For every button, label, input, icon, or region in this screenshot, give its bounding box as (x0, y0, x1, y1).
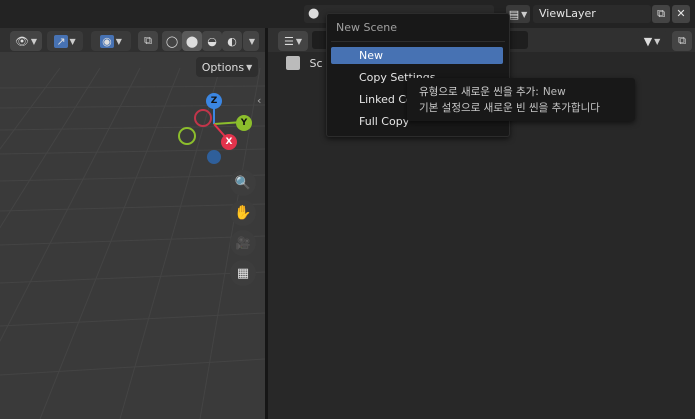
gizmo-icon: ↗ (54, 34, 68, 48)
axis-z-label[interactable]: Z (206, 93, 222, 109)
menu-item-tooltip: 유형으로 새로운 씬을 추가: New 기본 설정으로 새로운 빈 씬을 추가합니… (407, 78, 635, 121)
options-label: Options (201, 60, 245, 74)
axis-y-negative[interactable] (194, 109, 212, 127)
new-collection-button[interactable]: ⧉ (672, 31, 692, 51)
filter-dropdown[interactable]: ▼ ▼ (636, 31, 668, 51)
tooltip-description: 기본 설정으로 새로운 빈 씬을 추가합니다 (419, 102, 600, 114)
zoom-button[interactable]: 🔍 (230, 170, 256, 196)
pan-button[interactable]: ✋ (230, 200, 256, 226)
camera-button[interactable]: 🎥 (230, 230, 256, 256)
scene-data-icon[interactable]: ● (308, 6, 324, 22)
tooltip-line1: 유형으로 새로운 씬을 추가: New (419, 84, 566, 99)
perspective-button[interactable]: ▦ (230, 260, 256, 286)
new-collection-icon: ⧉ (678, 34, 686, 47)
menu-item-new[interactable]: New (331, 47, 503, 64)
overlay-icon: ◉ (100, 34, 114, 48)
solid-sphere-icon: ⬤ (185, 34, 199, 48)
wireframe-icon: ◯ (165, 34, 179, 48)
axis-z-negative[interactable] (207, 150, 221, 164)
viewport-3d[interactable] (0, 28, 265, 419)
shading-wireframe[interactable]: ◯ (162, 31, 182, 51)
rendered-sphere-icon: ◐ (227, 34, 237, 48)
chevron-down-icon: ▼ (248, 36, 256, 46)
overlay-dropdown[interactable]: ◉ ▼ (91, 31, 131, 51)
view-layer-remove-button[interactable]: ✕ (672, 5, 690, 23)
tooltip-value: New (542, 86, 566, 98)
eye-icon: 👁 (14, 34, 29, 48)
grid-floor (0, 67, 265, 419)
menu-title: New Scene (336, 21, 398, 34)
shading-solid[interactable]: ⬤ (182, 31, 202, 51)
grid-perspective-icon: ▦ (236, 265, 250, 281)
display-mode-dropdown[interactable]: ☰ ▼ (278, 31, 308, 51)
scene-box-icon (286, 56, 300, 70)
xray-toggle[interactable]: ⧉ (138, 31, 158, 51)
xray-icon: ⧉ (144, 34, 152, 47)
shading-material[interactable]: ◒ (202, 31, 222, 51)
tooltip-prefix: 유형으로 새로운 씬을 추가: (419, 86, 539, 98)
menu-separator (331, 41, 505, 42)
camera-icon: 🎥 (235, 236, 251, 250)
outliner-tree-icon: ☰ (283, 34, 294, 48)
axis-y-label[interactable]: Y (236, 115, 252, 131)
shading-rendered[interactable]: ◐ (222, 31, 242, 51)
funnel-icon: ▼ (643, 34, 653, 48)
scene-collection-label: Sc (309, 56, 323, 70)
view-layer-new-button[interactable]: ⧉ (652, 5, 670, 23)
view-layer-field[interactable]: ViewLayer (533, 5, 651, 23)
axis-x-label[interactable]: X (221, 134, 237, 150)
shading-dropdown[interactable]: ▼ (243, 31, 259, 51)
visibility-dropdown[interactable]: 👁 ▼ (10, 31, 42, 51)
gizmo-dropdown[interactable]: ↗ ▼ (47, 31, 83, 51)
options-dropdown[interactable]: Options ▼ (196, 57, 258, 77)
hand-icon: ✋ (234, 205, 252, 221)
zoom-magnifier-icon: 🔍 (234, 175, 252, 191)
material-sphere-icon: ◒ (207, 34, 217, 48)
axis-x-negative-green[interactable] (178, 127, 196, 145)
